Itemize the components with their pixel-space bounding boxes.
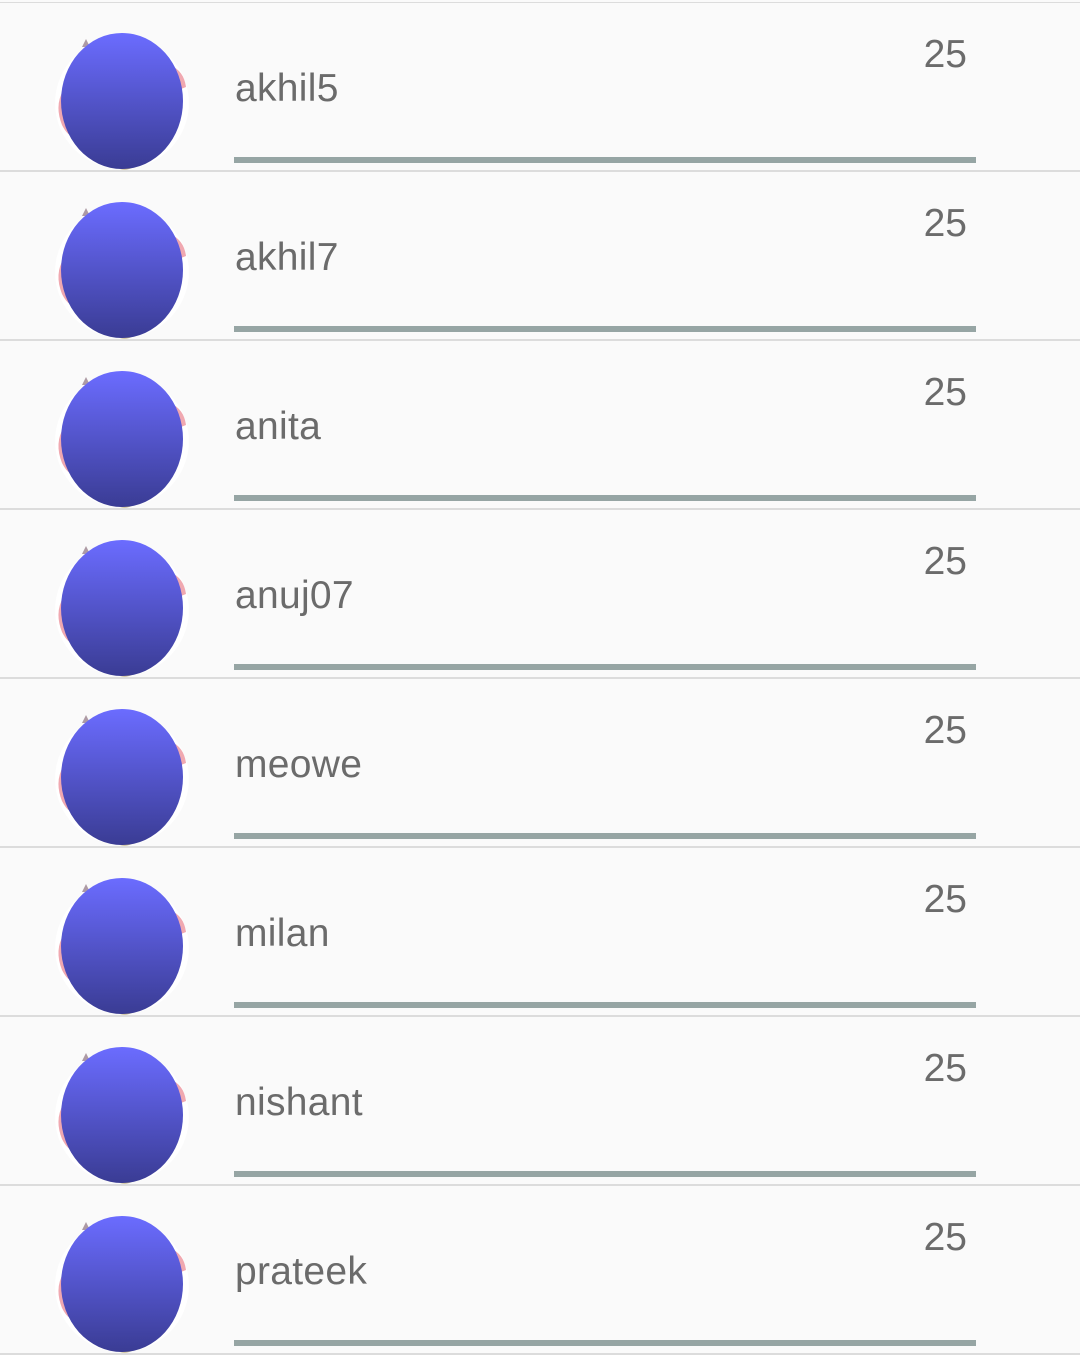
score-label: 25 bbox=[923, 540, 967, 583]
score-progress-bar bbox=[234, 833, 976, 839]
progress-fill bbox=[234, 1171, 976, 1177]
username-label: prateek bbox=[235, 1250, 368, 1293]
username-label: akhil7 bbox=[235, 236, 339, 279]
progress-fill bbox=[234, 495, 976, 501]
leaderboard-row[interactable]: anuj07 25 bbox=[0, 510, 1080, 679]
score-progress-bar bbox=[234, 1002, 976, 1008]
leaderboard-row[interactable]: meowe 25 bbox=[0, 679, 1080, 848]
progress-fill bbox=[234, 326, 976, 332]
score-progress-bar bbox=[234, 495, 976, 501]
score-label: 25 bbox=[923, 1047, 967, 1090]
score-progress-bar bbox=[234, 157, 976, 163]
leaderboard-row[interactable]: prateek 25 bbox=[0, 1186, 1080, 1355]
score-label: 25 bbox=[923, 878, 967, 921]
leaderboard-row[interactable]: akhil5 25 bbox=[0, 3, 1080, 172]
username-label: nishant bbox=[235, 1081, 363, 1124]
avatar-icon bbox=[52, 363, 192, 511]
score-progress-bar bbox=[234, 326, 976, 332]
avatar-icon bbox=[52, 701, 192, 849]
avatar-icon bbox=[52, 532, 192, 680]
score-label: 25 bbox=[923, 371, 967, 414]
score-progress-bar bbox=[234, 1171, 976, 1177]
progress-fill bbox=[234, 1340, 976, 1346]
avatar-icon bbox=[52, 870, 192, 1018]
progress-fill bbox=[234, 664, 976, 670]
avatar-icon bbox=[52, 25, 192, 173]
leaderboard-row[interactable]: nishant 25 bbox=[0, 1017, 1080, 1186]
username-label: anuj07 bbox=[235, 574, 354, 617]
score-label: 25 bbox=[923, 709, 967, 752]
avatar-icon bbox=[52, 1039, 192, 1187]
score-progress-bar bbox=[234, 1340, 976, 1346]
progress-fill bbox=[234, 833, 976, 839]
progress-fill bbox=[234, 1002, 976, 1008]
progress-fill bbox=[234, 157, 976, 163]
score-progress-bar bbox=[234, 664, 976, 670]
avatar-icon bbox=[52, 194, 192, 342]
leaderboard-list: akhil5 25 akhil7 25 anita 25 anuj07 25 m… bbox=[0, 0, 1080, 1355]
username-label: milan bbox=[235, 912, 330, 955]
avatar-icon bbox=[52, 1208, 192, 1355]
username-label: akhil5 bbox=[235, 67, 339, 110]
score-label: 25 bbox=[923, 33, 967, 76]
leaderboard-row[interactable]: akhil7 25 bbox=[0, 172, 1080, 341]
leaderboard-row[interactable]: anita 25 bbox=[0, 341, 1080, 510]
score-label: 25 bbox=[923, 202, 967, 245]
score-label: 25 bbox=[923, 1216, 967, 1259]
username-label: meowe bbox=[235, 743, 363, 786]
username-label: anita bbox=[235, 405, 322, 448]
leaderboard-row[interactable]: milan 25 bbox=[0, 848, 1080, 1017]
